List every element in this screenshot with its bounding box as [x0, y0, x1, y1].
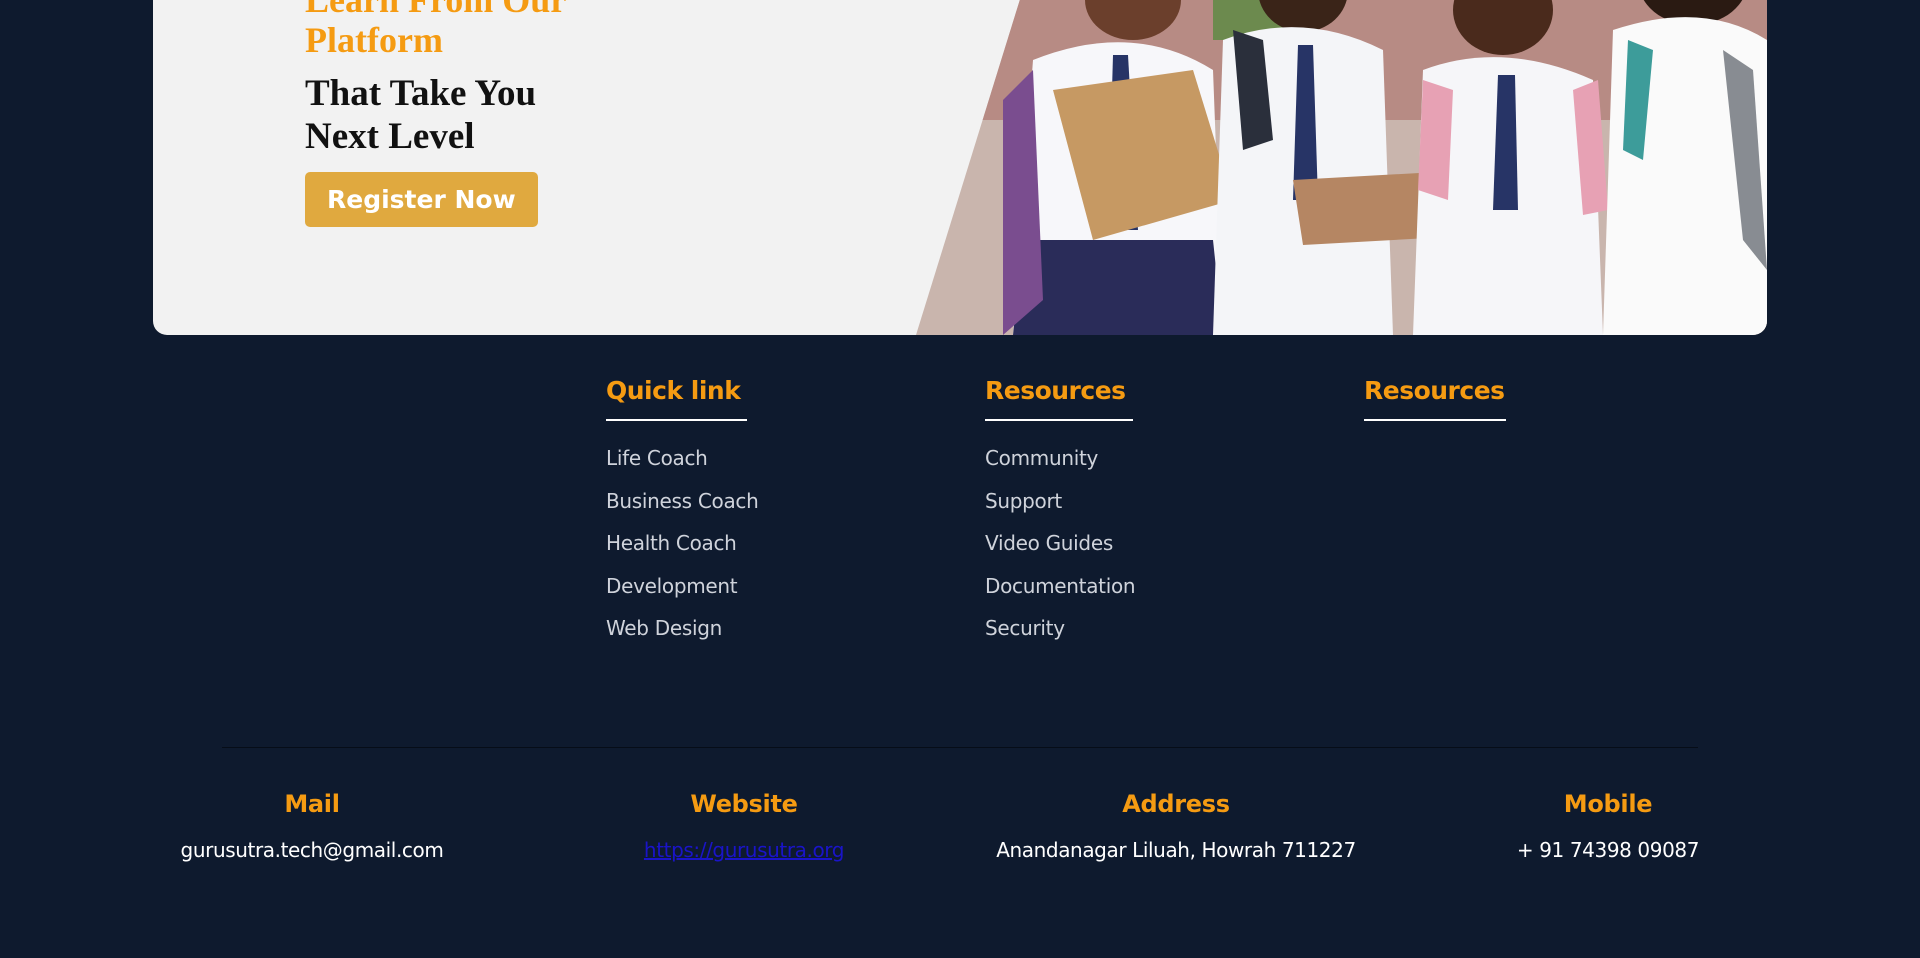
contact-website: Website https://gurusutra.org: [534, 790, 954, 862]
headline-black-line-1: That Take You: [305, 73, 537, 114]
website-value: https://gurusutra.org: [534, 838, 954, 862]
footer-link-security[interactable]: Security: [985, 607, 1135, 650]
footer-column-quick-link: Quick link Life Coach Business Coach Hea…: [606, 376, 759, 650]
contact-title: Address: [1122, 790, 1230, 818]
footer-link-life-coach[interactable]: Life Coach: [606, 437, 758, 480]
headline-orange-line-1: Learn From Our: [305, 0, 567, 20]
hero-banner: Learn From Our Platform That Take You Ne…: [153, 0, 1767, 335]
headline-black-line-2: Next Level: [305, 116, 475, 157]
headline-orange-line-2: Platform: [305, 20, 443, 60]
footer-column-resources-2: Resources: [1364, 376, 1506, 421]
contact-title: Mail: [284, 790, 340, 818]
footer-link-web-design[interactable]: Web Design: [606, 607, 758, 650]
headline-black: That Take You Next Level: [305, 72, 685, 158]
footer-link-documentation[interactable]: Documentation: [985, 565, 1136, 608]
register-now-button[interactable]: Register Now: [305, 172, 538, 227]
footer-link-video-guides[interactable]: Video Guides: [985, 522, 1135, 565]
address-value: Anandanagar Liluah, Howrah 711227: [996, 838, 1356, 862]
contact-title: Mobile: [1563, 790, 1653, 818]
column-title: Resources: [1364, 376, 1506, 421]
footer-link-health-coach[interactable]: Health Coach: [606, 522, 758, 565]
footer-column-resources: Resources Community Support Video Guides…: [985, 376, 1136, 650]
website-link[interactable]: https://gurusutra.org: [644, 838, 845, 862]
link-list: Life Coach Business Coach Health Coach D…: [606, 437, 759, 650]
mail-value: gurusutra.tech@gmail.com: [180, 838, 444, 862]
contact-mobile: Mobile + 91 74398 09087: [1398, 790, 1818, 862]
contact-address: Address Anandanagar Liluah, Howrah 71122…: [966, 790, 1386, 862]
footer-link-community[interactable]: Community: [985, 437, 1135, 480]
footer-link-development[interactable]: Development: [606, 565, 758, 608]
column-title: Resources: [985, 376, 1133, 421]
contact-mail: Mail gurusutra.tech@gmail.com: [102, 790, 522, 862]
footer-divider: [222, 747, 1698, 748]
contact-title: Website: [690, 790, 798, 818]
hero-text: Learn From Our Platform That Take You Ne…: [305, 0, 685, 227]
mobile-value: + 91 74398 09087: [1516, 838, 1700, 862]
headline-orange: Learn From Our Platform: [305, 0, 685, 60]
column-title: Quick link: [606, 376, 747, 421]
footer-link-support[interactable]: Support: [985, 480, 1135, 523]
footer-link-business-coach[interactable]: Business Coach: [606, 480, 759, 523]
link-list: Community Support Video Guides Documenta…: [985, 437, 1136, 650]
